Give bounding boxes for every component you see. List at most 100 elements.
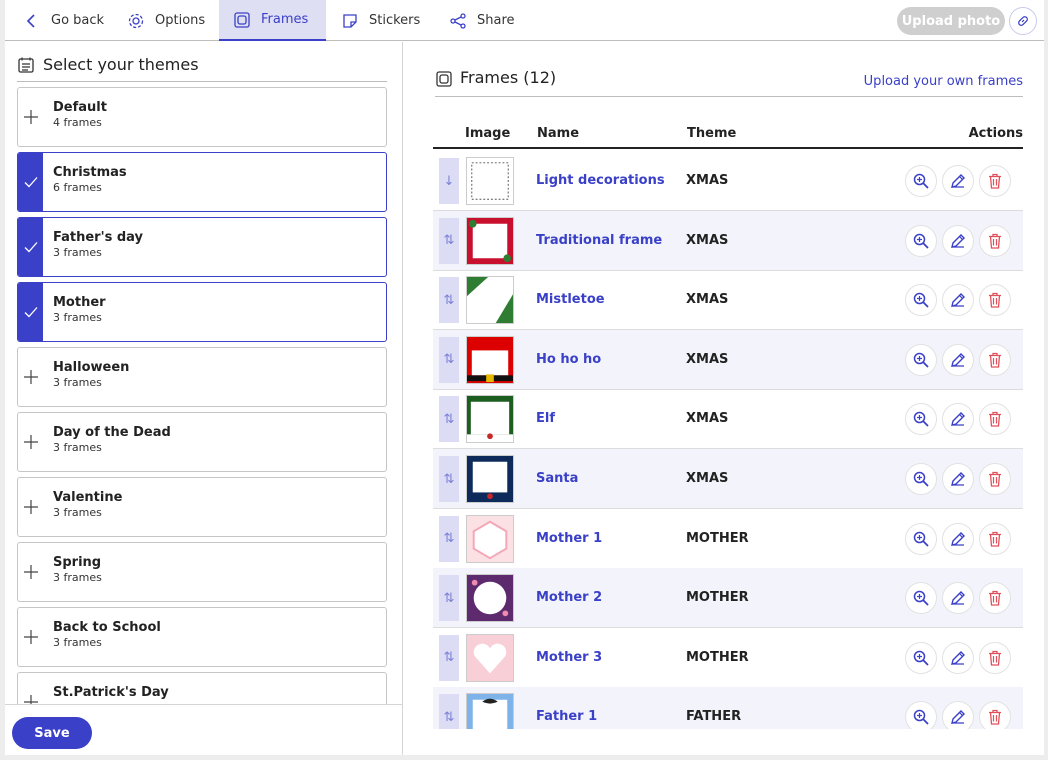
theme-item[interactable]: Default 4 frames	[17, 87, 387, 147]
tab-options[interactable]: Options	[113, 0, 219, 41]
frame-theme: XMAS	[686, 411, 729, 427]
pencil-icon	[949, 232, 967, 250]
drag-handle[interactable]: ⇅	[439, 634, 459, 681]
frame-name-link[interactable]: Mistletoe	[536, 292, 605, 307]
delete-button[interactable]	[979, 522, 1011, 555]
theme-item[interactable]: Valentine 3 frames	[17, 477, 387, 537]
zoom-in-icon	[912, 172, 930, 190]
theme-item[interactable]: St.Patrick's Day	[17, 672, 387, 705]
tab-share[interactable]: Share	[435, 0, 529, 41]
frame-name-link[interactable]: Mother 2	[536, 590, 602, 605]
tab-options-label: Options	[155, 13, 206, 28]
zoom-button[interactable]	[905, 582, 937, 615]
drag-handle[interactable]: ⇅	[439, 396, 459, 443]
edit-button[interactable]	[942, 284, 974, 317]
upload-own-frames-link[interactable]: Upload your own frames	[864, 74, 1023, 89]
delete-button[interactable]	[979, 284, 1011, 317]
delete-button[interactable]	[979, 224, 1011, 257]
frame-theme: MOTHER	[686, 530, 749, 546]
delete-button[interactable]	[979, 343, 1011, 376]
drag-handle[interactable]: ⇅	[439, 217, 459, 264]
check-icon	[18, 218, 43, 276]
theme-item[interactable]: Day of the Dead 3 frames	[17, 412, 387, 472]
frame-icon	[436, 71, 452, 87]
table-row: ⇅ Mother 2 MOTHER	[433, 568, 1023, 629]
tab-frames[interactable]: Frames	[219, 0, 326, 41]
delete-button[interactable]	[979, 701, 1011, 729]
delete-button[interactable]	[979, 582, 1011, 615]
zoom-button[interactable]	[905, 165, 937, 197]
zoom-button[interactable]	[905, 284, 937, 317]
gear-icon	[128, 13, 144, 28]
table-row: ⇅ Elf XMAS	[433, 389, 1023, 450]
zoom-button[interactable]	[905, 522, 937, 555]
theme-item-text: Spring 3 frames	[43, 543, 102, 601]
frame-name-link[interactable]: Father 1	[536, 709, 597, 724]
edit-button[interactable]	[942, 343, 974, 376]
frame-name-link[interactable]: Light decorations	[536, 173, 665, 188]
edit-button[interactable]	[942, 582, 974, 615]
pencil-icon	[949, 351, 967, 369]
trash-icon	[986, 291, 1004, 309]
edit-button[interactable]	[942, 224, 974, 257]
drag-handle[interactable]: ⇅	[439, 456, 459, 502]
pencil-icon	[949, 589, 967, 607]
zoom-button[interactable]	[905, 343, 937, 376]
tab-stickers[interactable]: Stickers	[327, 0, 434, 41]
zoom-button[interactable]	[905, 701, 937, 729]
frame-theme: XMAS	[686, 232, 729, 248]
edit-button[interactable]	[942, 463, 974, 495]
copy-link-button[interactable]	[1009, 7, 1037, 35]
delete-button[interactable]	[979, 641, 1011, 674]
zoom-button[interactable]	[905, 224, 937, 257]
table-row: ⇅ Mother 3 MOTHER	[433, 628, 1023, 688]
frames-panel: Frames (12) Upload your own frames Image…	[403, 42, 1044, 755]
frame-name-link[interactable]: Elf	[536, 411, 555, 426]
frame-name-link[interactable]: Santa	[536, 471, 578, 486]
frame-name-link[interactable]: Mother 3	[536, 650, 602, 665]
edit-button[interactable]	[942, 522, 974, 555]
edit-button[interactable]	[942, 641, 974, 674]
edit-button[interactable]	[942, 165, 974, 197]
edit-button[interactable]	[942, 403, 974, 436]
theme-item[interactable]: Mother 3 frames	[17, 282, 387, 342]
frame-name-link[interactable]: Traditional frame	[536, 233, 662, 248]
frame-name-link[interactable]: Mother 1	[536, 531, 602, 546]
frame-thumbnail	[466, 693, 514, 729]
theme-item[interactable]: Spring 3 frames	[17, 542, 387, 602]
trash-icon	[986, 410, 1004, 428]
drag-handle[interactable]: ⇅	[439, 336, 459, 383]
delete-button[interactable]	[979, 463, 1011, 495]
zoom-button[interactable]	[905, 463, 937, 495]
drag-handle[interactable]: ⇅	[439, 277, 459, 324]
column-name: Name	[537, 126, 580, 141]
theme-item-text: Mother 3 frames	[43, 283, 106, 341]
frame-theme: XMAS	[686, 292, 729, 308]
save-button[interactable]: Save	[12, 717, 92, 749]
theme-item[interactable]: Christmas 6 frames	[17, 152, 387, 212]
upload-photo-button[interactable]: Upload photo	[897, 7, 1005, 35]
theme-item[interactable]: Father's day 3 frames	[17, 217, 387, 277]
drag-handle[interactable]: ⇅	[439, 694, 459, 729]
delete-button[interactable]	[979, 165, 1011, 197]
edit-button[interactable]	[942, 701, 974, 729]
plus-icon	[18, 413, 43, 471]
go-back-button[interactable]: Go back	[9, 0, 118, 41]
frame-theme: XMAS	[686, 471, 729, 486]
zoom-button[interactable]	[905, 403, 937, 436]
frame-name-link[interactable]: Ho ho ho	[536, 352, 601, 367]
drag-handle[interactable]: ⇅	[439, 515, 459, 562]
zoom-in-icon	[912, 351, 930, 369]
frame-theme: FATHER	[686, 709, 742, 725]
drag-handle[interactable]: ⇅	[439, 575, 459, 622]
delete-button[interactable]	[979, 403, 1011, 436]
theme-item[interactable]: Halloween 3 frames	[17, 347, 387, 407]
theme-item[interactable]: Back to School 3 frames	[17, 607, 387, 667]
drag-handle[interactable]: ↓	[439, 158, 459, 204]
themes-panel-title: Select your themes	[43, 55, 199, 74]
zoom-button[interactable]	[905, 641, 937, 674]
zoom-in-icon	[912, 470, 930, 488]
pencil-icon	[949, 172, 967, 190]
check-icon	[18, 283, 43, 341]
frame-thumbnail	[466, 157, 514, 205]
